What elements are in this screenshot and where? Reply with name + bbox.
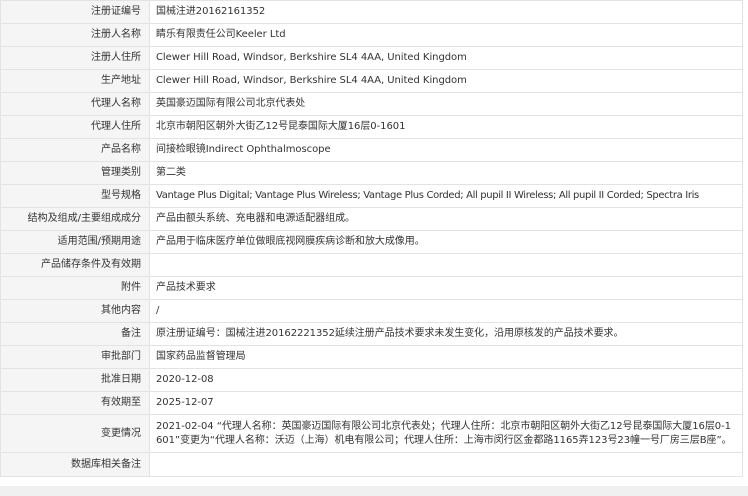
table-row: 产品储存条件及有效期 xyxy=(0,253,743,277)
field-label: 管理类别 xyxy=(0,161,150,185)
table-row: 适用范围/预期用途 产品用于临床医疗单位做眼底视网膜疾病诊断和放大成像用。 xyxy=(0,230,743,254)
field-label: 注册人住所 xyxy=(0,46,150,70)
field-label: 变更情况 xyxy=(0,414,150,453)
table-row: 备注 原注册证编号：国械注进20162221352延续注册产品技术要求未发生变化… xyxy=(0,322,743,346)
field-label: 注册证编号 xyxy=(0,0,150,24)
field-value: 原注册证编号：国械注进20162221352延续注册产品技术要求未发生变化，沿用… xyxy=(149,322,743,346)
table-row: 注册人住所 Clewer Hill Road, Windsor, Berkshi… xyxy=(0,46,743,70)
field-label: 注册人名称 xyxy=(0,23,150,47)
table-row: 有效期至 2025-12-07 xyxy=(0,391,743,415)
field-label: 其他内容 xyxy=(0,299,150,323)
registration-info-table: 注册证编号 国械注进20162161352 注册人名称 睛乐有限责任公司Keel… xyxy=(0,0,743,477)
field-value: 国家药品监督管理局 xyxy=(149,345,743,369)
field-value: 国械注进20162161352 xyxy=(149,0,743,24)
field-label: 型号规格 xyxy=(0,184,150,208)
table-row: 管理类别 第二类 xyxy=(0,161,743,185)
field-label: 结构及组成/主要组成成分 xyxy=(0,207,150,231)
field-value: 产品技术要求 xyxy=(149,276,743,300)
field-value xyxy=(149,452,743,477)
table-row: 注册人名称 睛乐有限责任公司Keeler Ltd xyxy=(0,23,743,47)
table-row: 附件 产品技术要求 xyxy=(0,276,743,300)
table-row: 其他内容 / xyxy=(0,299,743,323)
field-label: 产品名称 xyxy=(0,138,150,162)
field-value xyxy=(149,253,743,277)
field-value: Clewer Hill Road, Windsor, Berkshire SL4… xyxy=(149,69,743,93)
field-label: 数据库相关备注 xyxy=(0,452,150,477)
field-value: 2020-12-08 xyxy=(149,368,743,392)
field-label: 适用范围/预期用途 xyxy=(0,230,150,254)
field-value: 间接检眼镜Indirect Ophthalmoscope xyxy=(149,138,743,162)
table-row: 注册证编号 国械注进20162161352 xyxy=(0,0,743,24)
field-value: 产品由额头系统、充电器和电源适配器组成。 xyxy=(149,207,743,231)
table-row: 代理人名称 英国豪迈国际有限公司北京代表处 xyxy=(0,92,743,116)
table-row: 生产地址 Clewer Hill Road, Windsor, Berkshir… xyxy=(0,69,743,93)
field-value: 睛乐有限责任公司Keeler Ltd xyxy=(149,23,743,47)
table-row: 产品名称 间接检眼镜Indirect Ophthalmoscope xyxy=(0,138,743,162)
field-value: 产品用于临床医疗单位做眼底视网膜疾病诊断和放大成像用。 xyxy=(149,230,743,254)
field-value: 英国豪迈国际有限公司北京代表处 xyxy=(149,92,743,116)
table-row: 变更情况 2021-02-04 “代理人名称：英国豪迈国际有限公司北京代表处；代… xyxy=(0,414,743,453)
field-value: 北京市朝阳区朝外大街乙12号昆泰国际大厦16层0-1601 xyxy=(149,115,743,139)
table-row: 审批部门 国家药品监督管理局 xyxy=(0,345,743,369)
field-label: 审批部门 xyxy=(0,345,150,369)
field-label: 代理人住所 xyxy=(0,115,150,139)
field-label: 生产地址 xyxy=(0,69,150,93)
field-value: / xyxy=(149,299,743,323)
field-label: 代理人名称 xyxy=(0,92,150,116)
table-row: 数据库相关备注 xyxy=(0,452,743,477)
horizontal-scrollbar-track[interactable] xyxy=(0,486,748,496)
table-row: 批准日期 2020-12-08 xyxy=(0,368,743,392)
field-value: 2021-02-04 “代理人名称：英国豪迈国际有限公司北京代表处；代理人住所：… xyxy=(149,414,743,453)
field-label: 产品储存条件及有效期 xyxy=(0,253,150,277)
field-label: 有效期至 xyxy=(0,391,150,415)
field-label: 备注 xyxy=(0,322,150,346)
table-row: 结构及组成/主要组成成分 产品由额头系统、充电器和电源适配器组成。 xyxy=(0,207,743,231)
field-label: 附件 xyxy=(0,276,150,300)
field-value: Vantage Plus Digital; Vantage Plus Wirel… xyxy=(149,184,743,208)
field-value: 2025-12-07 xyxy=(149,391,743,415)
table-row: 代理人住所 北京市朝阳区朝外大街乙12号昆泰国际大厦16层0-1601 xyxy=(0,115,743,139)
field-label: 批准日期 xyxy=(0,368,150,392)
field-value: 第二类 xyxy=(149,161,743,185)
table-row: 型号规格 Vantage Plus Digital; Vantage Plus … xyxy=(0,184,743,208)
field-value: Clewer Hill Road, Windsor, Berkshire SL4… xyxy=(149,46,743,70)
